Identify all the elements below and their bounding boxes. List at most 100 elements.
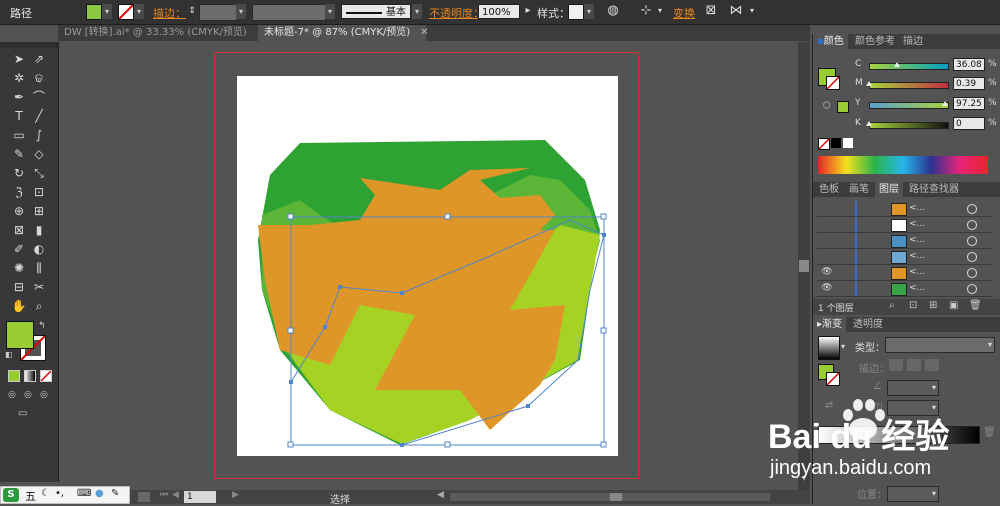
tab-swatches[interactable]: 色板 <box>815 182 843 197</box>
color-spectrum-bar[interactable] <box>818 156 988 174</box>
horizontal-scroll-thumb[interactable] <box>610 493 622 501</box>
slider-thumb-icon[interactable] <box>866 121 872 126</box>
align-dropdown-icon[interactable]: ▾ <box>652 3 668 19</box>
stroke-within-icon[interactable] <box>889 359 903 371</box>
black-color-swatch[interactable] <box>831 138 841 148</box>
yellow-slider[interactable] <box>869 102 949 109</box>
scroll-left-icon[interactable]: ◀ <box>437 490 444 500</box>
opacity-field[interactable]: 100% <box>478 4 520 19</box>
gradient-tool-icon[interactable]: ▮ <box>30 221 48 239</box>
gradient-type-dropdown[interactable]: ▾ <box>885 337 995 353</box>
transform-link[interactable]: 变换 <box>673 5 695 21</box>
scale-tool-icon[interactable]: ⤡ <box>30 164 48 182</box>
brush-dropdown-icon[interactable]: ▾ <box>412 4 422 19</box>
slider-thumb-icon[interactable] <box>894 62 901 67</box>
target-icon[interactable] <box>967 204 977 214</box>
eye-icon[interactable]: 👁 <box>821 265 833 280</box>
draw-normal-icon[interactable]: ◎ <box>8 390 20 400</box>
visibility-toggle[interactable] <box>821 217 833 232</box>
first-artboard-icon[interactable]: ⏮ <box>160 490 168 500</box>
brush-definition-field[interactable]: 基本 <box>341 4 411 19</box>
close-tab-icon[interactable]: ✕ <box>420 27 428 38</box>
black-value-field[interactable]: 0 <box>953 117 985 130</box>
graphic-style-dropdown-icon[interactable]: ▾ <box>584 4 594 19</box>
ime-keyboard-icon[interactable]: ⌨ <box>77 488 91 499</box>
tab-transparency[interactable]: 透明度 <box>849 317 887 332</box>
fill-color-swatch[interactable] <box>86 4 102 20</box>
target-icon[interactable] <box>967 268 977 278</box>
target-icon[interactable] <box>967 220 977 230</box>
profile-dropdown-icon[interactable]: ▾ <box>325 4 335 19</box>
warp-tool-icon[interactable]: ℨ <box>10 183 28 201</box>
curvature-tool-icon[interactable]: ⌒ <box>30 88 48 106</box>
ime-punct-icon[interactable]: •, <box>55 488 64 499</box>
visibility-toggle[interactable] <box>821 201 833 216</box>
layer-row[interactable]: <... <box>817 249 991 265</box>
hand-tool-icon[interactable]: ✋ <box>10 297 28 315</box>
selection-tool-icon[interactable]: ➤ <box>10 50 28 68</box>
white-color-swatch[interactable] <box>843 138 853 148</box>
slider-thumb-icon[interactable] <box>866 81 873 86</box>
locate-object-icon[interactable]: ⌕ <box>889 300 895 311</box>
artboard[interactable] <box>237 76 618 456</box>
layer-row[interactable]: <... <box>817 233 991 249</box>
mesh-tool-icon[interactable]: ⊠ <box>10 221 28 239</box>
target-icon[interactable] <box>967 252 977 262</box>
recolor-artwork-icon[interactable]: ◍ <box>605 3 621 19</box>
visibility-toggle[interactable] <box>821 233 833 248</box>
stroke-across-icon[interactable] <box>925 359 939 371</box>
gradient-stroke-swatch[interactable] <box>826 372 840 386</box>
eye-icon[interactable]: 👁 <box>821 281 833 296</box>
stroke-weight-label[interactable]: 描边： <box>153 5 186 21</box>
arrange-dropdown-icon[interactable]: ▾ <box>744 3 760 19</box>
stroke-color-swatch[interactable] <box>118 4 134 20</box>
gradient-angle-field[interactable]: ▾ <box>887 380 939 396</box>
swap-fill-stroke-icon[interactable]: ↰ <box>38 321 48 331</box>
horizontal-scrollbar[interactable] <box>450 493 770 501</box>
new-sublayer-icon[interactable]: ⊞ <box>929 300 937 311</box>
eraser-tool-icon[interactable]: ◇ <box>30 145 48 163</box>
artboard-number-field[interactable]: 1 <box>184 491 216 503</box>
artboard-tool-icon[interactable]: ⊟ <box>10 278 28 296</box>
eyedropper-tool-icon[interactable]: ✐ <box>10 240 28 258</box>
arrange-icon[interactable]: ⋈ <box>728 3 744 19</box>
layer-row[interactable]: 👁 <... <box>817 281 991 297</box>
draw-inside-icon[interactable]: ◎ <box>40 390 52 400</box>
tab-untitled-7[interactable]: 未标题-7* @ 87% (CMYK/预览) ✕ <box>258 25 429 41</box>
ime-user-icon[interactable]: ● <box>95 488 104 499</box>
layer-row[interactable]: <... <box>817 201 991 217</box>
stroke-weight-dropdown-icon[interactable]: ▾ <box>236 4 246 19</box>
none-color-swatch[interactable] <box>818 138 830 150</box>
black-slider[interactable] <box>869 122 949 129</box>
layer-row[interactable]: 👁 <... <box>817 265 991 281</box>
tab-layers[interactable]: 图层 <box>875 182 903 197</box>
color-mode-icon[interactable] <box>8 370 20 382</box>
line-tool-icon[interactable]: ╱ <box>30 107 48 125</box>
rectangle-tool-icon[interactable]: ▭ <box>10 126 28 144</box>
direct-selection-tool-icon[interactable]: ⇗ <box>30 50 48 68</box>
zoom-dropdown[interactable] <box>138 492 150 502</box>
none-mode-icon[interactable] <box>40 370 52 382</box>
slider-thumb-icon[interactable] <box>941 101 948 106</box>
ime-toolbar[interactable]: S 五 ☾ •, ⌨ ● ✎ <box>0 486 130 504</box>
perspective-grid-tool-icon[interactable]: ⊞ <box>30 202 48 220</box>
graphic-style-swatch[interactable] <box>568 4 584 20</box>
vertical-scroll-thumb[interactable] <box>799 260 809 272</box>
new-layer-icon[interactable]: ▣ <box>949 300 958 311</box>
prev-artboard-icon[interactable]: ◀ <box>172 490 179 500</box>
tab-dw-document[interactable]: DW [转换].ai* @ 33.33% (CMYK/预览) <box>58 25 258 41</box>
gradient-preview-dropdown-icon[interactable]: ▾ <box>841 342 845 351</box>
stroke-stepper-icon[interactable]: ⇕ <box>184 3 200 19</box>
fill-swatch[interactable] <box>6 321 34 349</box>
variable-width-profile[interactable] <box>252 4 326 21</box>
layer-row[interactable]: <... <box>817 217 991 233</box>
cyan-value-field[interactable]: 36.08 <box>953 58 985 71</box>
screen-mode-icon[interactable]: ▭ <box>18 408 36 420</box>
stroke-dropdown-icon[interactable]: ▾ <box>134 4 144 19</box>
isolate-selected-icon[interactable]: ⊠ <box>703 3 719 19</box>
slice-tool-icon[interactable]: ✂ <box>30 278 48 296</box>
lasso-tool-icon[interactable]: ଢ <box>30 69 48 87</box>
pen-tool-icon[interactable]: ✒ <box>10 88 28 106</box>
gradient-mode-icon[interactable] <box>24 370 36 382</box>
tab-color-guide[interactable]: 颜色参考 <box>851 34 899 49</box>
